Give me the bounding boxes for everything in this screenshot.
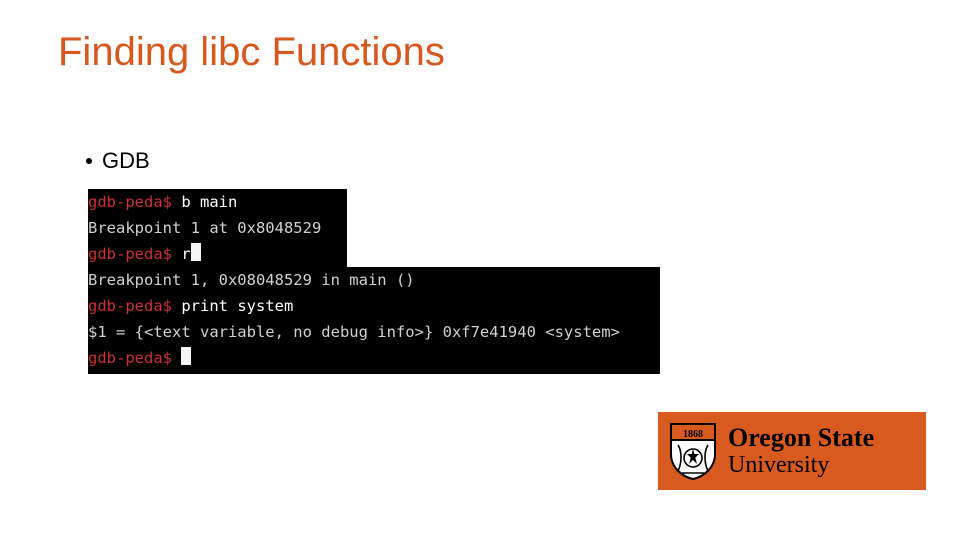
bullet-item: GDB — [86, 148, 150, 174]
cursor-icon — [191, 243, 201, 261]
terminal-block-bottom: Breakpoint 1, 0x08048529 in main () gdb-… — [88, 267, 660, 374]
terminal-line: gdb-peda$ — [88, 345, 660, 371]
gdb-prompt: gdb-peda$ — [88, 193, 172, 211]
bullet-dot-icon — [86, 158, 92, 164]
svg-text:1868: 1868 — [683, 429, 703, 440]
terminal-output: $1 = {<text variable, no debug info>} 0x… — [88, 319, 660, 345]
terminal-cmd: r — [181, 245, 190, 263]
terminal-output: Breakpoint 1, 0x08048529 in main () — [88, 267, 660, 293]
terminal-cmd: print system — [181, 297, 293, 315]
terminal-line: gdb-peda$ b main — [88, 189, 347, 215]
bullet-text: GDB — [102, 148, 150, 174]
logo-line2: University — [728, 453, 874, 478]
logo-text: Oregon State University — [728, 424, 874, 478]
terminal-block-top: gdb-peda$ b main Breakpoint 1 at 0x80485… — [88, 189, 347, 267]
terminal-output: Breakpoint 1 at 0x8048529 — [88, 215, 347, 241]
gdb-prompt: gdb-peda$ — [88, 349, 172, 367]
cursor-icon — [181, 347, 191, 365]
slide: Finding libc Functions GDB gdb-peda$ b m… — [0, 0, 960, 540]
gdb-prompt: gdb-peda$ — [88, 297, 172, 315]
terminal-line: gdb-peda$ print system — [88, 293, 660, 319]
shield-icon: 1868 — [668, 421, 718, 481]
slide-title: Finding libc Functions — [58, 30, 445, 75]
terminal-cmd: b main — [181, 193, 237, 211]
gdb-prompt: gdb-peda$ — [88, 245, 172, 263]
logo-line1: Oregon State — [728, 424, 874, 451]
university-logo: 1868 Oregon State University — [658, 412, 926, 490]
terminal-line: gdb-peda$ r — [88, 241, 347, 267]
